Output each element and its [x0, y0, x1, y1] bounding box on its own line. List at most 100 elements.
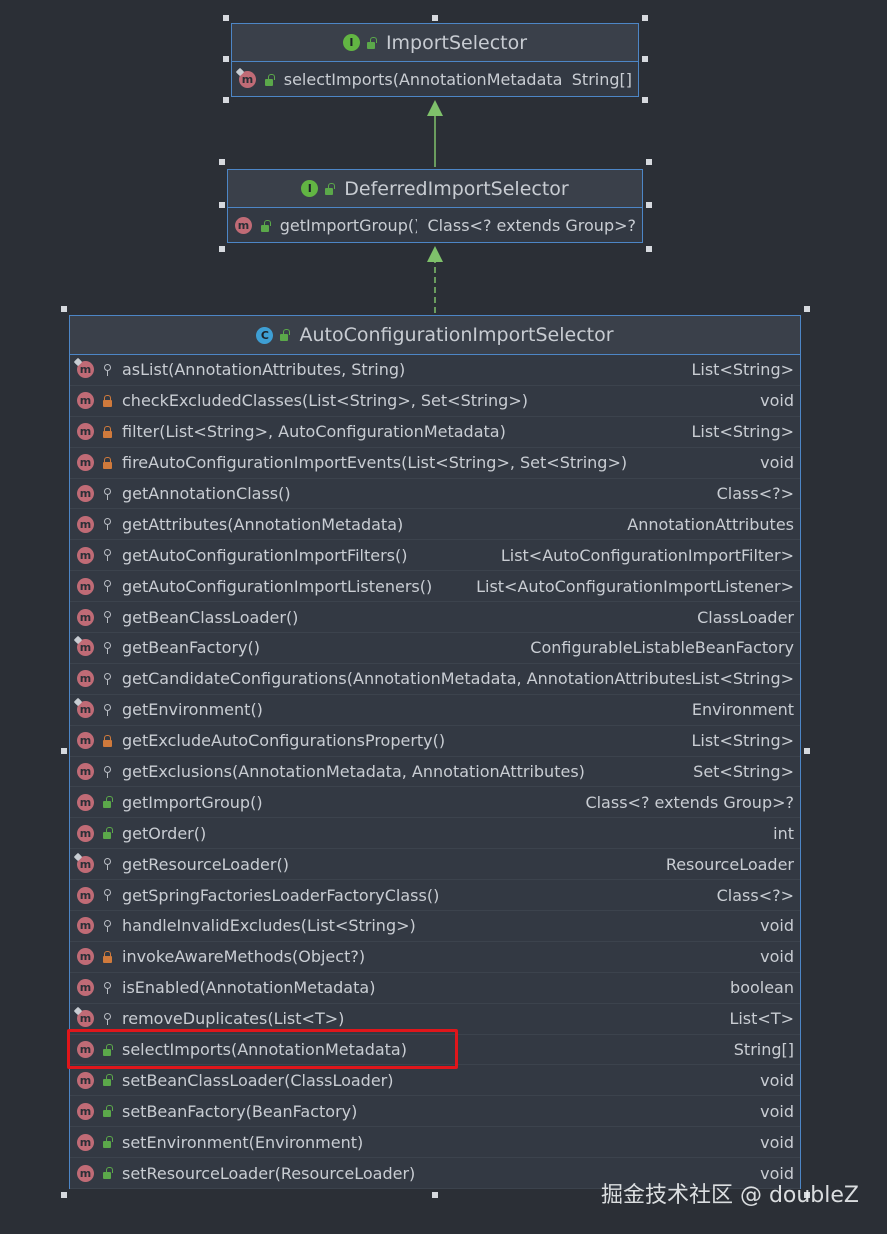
method-return-type: void	[760, 1070, 794, 1090]
method-row[interactable]: m getAnnotationClass() Class<?>	[70, 479, 800, 510]
node-title: AutoConfigurationImportSelector	[299, 324, 614, 346]
method-icon: m	[77, 701, 94, 719]
protected-visibility-icon	[102, 518, 113, 531]
resize-handle[interactable]	[219, 159, 225, 165]
method-row[interactable]: m getImportGroup() Class<? extends Group>?	[70, 787, 800, 819]
method-signature: getResourceLoader()	[122, 854, 289, 874]
method-return-type: AnnotationAttributes	[627, 514, 794, 534]
method-icon: m	[77, 423, 94, 441]
public-visibility-icon	[102, 1167, 113, 1180]
method-icon: m	[77, 917, 94, 935]
method-return-type: List<String>	[691, 731, 794, 751]
node-title: ImportSelector	[385, 31, 528, 54]
method-signature: getImportGroup()	[122, 792, 263, 812]
method-row[interactable]: m getAutoConfigurationImportFilters() List…	[70, 540, 800, 572]
resize-handle[interactable]	[804, 748, 810, 754]
resize-handle[interactable]	[223, 97, 229, 103]
method-icon: m	[77, 1164, 94, 1182]
method-signature: setBeanClassLoader(ClassLoader)	[122, 1070, 394, 1090]
method-row[interactable]: m filter(List<String>, AutoConfigurationM…	[70, 417, 800, 448]
method-row[interactable]: m getExcludeAutoConfigurationsProperty() L…	[70, 726, 800, 757]
method-return-type: void	[760, 391, 794, 411]
resize-handle[interactable]	[223, 56, 229, 62]
resize-handle[interactable]	[646, 159, 652, 165]
resize-handle[interactable]	[642, 97, 648, 103]
resize-handle[interactable]	[646, 202, 652, 208]
method-signature: getAutoConfigurationImportFilters()	[122, 545, 408, 565]
method-icon: m	[77, 515, 94, 533]
method-signature: isEnabled(AnnotationMetadata)	[122, 978, 376, 998]
method-return-type: Class<?>	[716, 885, 794, 905]
resize-handle[interactable]	[642, 56, 648, 62]
method-row[interactable]: m selectImports(AnnotationMetadata) String…	[232, 62, 638, 97]
method-row[interactable]: m handleInvalidExcludes(List<String>) void	[70, 911, 800, 942]
interface-icon: I	[342, 34, 360, 51]
method-icon: m	[77, 577, 94, 595]
method-row[interactable]: m setEnvironment(Environment) void	[70, 1127, 800, 1159]
method-signature: asList(AnnotationAttributes, String)	[122, 360, 406, 380]
method-return-type: ClassLoader	[697, 607, 794, 627]
resize-handle[interactable]	[804, 306, 810, 312]
interface-icon: I	[301, 180, 319, 197]
public-visibility-icon	[102, 1136, 113, 1149]
resize-handle[interactable]	[61, 306, 67, 312]
method-icon: m	[77, 608, 94, 626]
method-row[interactable]: m getCandidateConfigurations(AnnotationMe…	[70, 664, 800, 695]
method-row[interactable]: m setBeanFactory(BeanFactory) void	[70, 1096, 800, 1128]
method-icon: m	[77, 824, 94, 842]
method-row[interactable]: m isEnabled(AnnotationMetadata) boolean	[70, 973, 800, 1004]
protected-visibility-icon	[102, 703, 113, 716]
method-row[interactable]: m getResourceLoader() ResourceLoader	[70, 849, 800, 881]
method-row[interactable]: m getOrder() int	[70, 818, 800, 850]
public-visibility-icon	[102, 827, 113, 840]
method-signature: getImportGroup()	[279, 216, 418, 235]
resize-handle[interactable]	[61, 1192, 67, 1198]
resize-handle[interactable]	[432, 15, 438, 21]
method-row[interactable]: m getBeanClassLoader() ClassLoader	[70, 602, 800, 634]
public-visibility-icon	[260, 220, 271, 232]
protected-visibility-icon	[102, 1012, 113, 1025]
method-row[interactable]: m fireAutoConfigurationImportEvents(List<…	[70, 448, 800, 479]
method-row[interactable]: m checkExcludedClasses(List<String>, Set<…	[70, 386, 800, 417]
auto-configuration-import-selector-header: C AutoConfigurationImportSelector	[70, 316, 800, 355]
resize-handle[interactable]	[223, 15, 229, 21]
method-return-type: ResourceLoader	[665, 854, 794, 874]
method-row[interactable]: m asList(AnnotationAttributes, String) Lis…	[70, 355, 800, 386]
method-row[interactable]: m getAutoConfigurationImportListeners() Li…	[70, 571, 800, 603]
method-row[interactable]: m getEnvironment() Environment	[70, 695, 800, 726]
method-return-type: Class<? extends Group>?	[585, 792, 794, 812]
method-row[interactable]: m setBeanClassLoader(ClassLoader) void	[70, 1065, 800, 1097]
method-icon: m	[77, 979, 94, 997]
method-icon: m	[77, 546, 94, 564]
method-row[interactable]: m getSpringFactoriesLoaderFactoryClass() C…	[70, 880, 800, 912]
method-row[interactable]: m getExclusions(AnnotationMetadata, Annot…	[70, 757, 800, 788]
method-signature: checkExcludedClasses(List<String>, Set<S…	[122, 391, 528, 411]
method-row[interactable]: m getImportGroup() Class<? extends Group>?	[228, 208, 642, 243]
resize-handle[interactable]	[646, 246, 652, 252]
protected-visibility-icon	[102, 858, 113, 871]
resize-handle[interactable]	[219, 246, 225, 252]
method-icon: m	[77, 670, 94, 688]
resize-handle[interactable]	[219, 202, 225, 208]
method-icon: m	[77, 855, 94, 873]
resize-handle[interactable]	[432, 1192, 438, 1198]
method-signature: removeDuplicates(List<T>)	[122, 1009, 345, 1029]
protected-visibility-icon	[102, 889, 113, 902]
edge-extends-arrowhead	[427, 100, 443, 116]
deferred-import-selector-node[interactable]: I DeferredImportSelector m getImportGroup…	[227, 169, 643, 243]
method-row[interactable]: m getBeanFactory() ConfigurableListableBea…	[70, 633, 800, 664]
method-return-type: Environment	[691, 700, 794, 720]
method-icon: m	[77, 1133, 94, 1151]
method-row[interactable]: m getAttributes(AnnotationMetadata) Annota…	[70, 509, 800, 541]
method-row[interactable]: m invokeAwareMethods(Object?) void	[70, 942, 800, 973]
resize-handle[interactable]	[61, 748, 67, 754]
method-return-type: String[]	[733, 1040, 794, 1060]
protected-visibility-icon	[102, 672, 113, 685]
method-icon: m	[235, 217, 252, 234]
import-selector-node[interactable]: I ImportSelector m selectImports(Annotati…	[231, 23, 639, 97]
method-icon: m	[77, 1102, 94, 1120]
method-signature: handleInvalidExcludes(List<String>)	[122, 916, 416, 936]
method-icon: m	[77, 1010, 94, 1028]
public-visibility-icon	[279, 329, 290, 341]
resize-handle[interactable]	[642, 15, 648, 21]
